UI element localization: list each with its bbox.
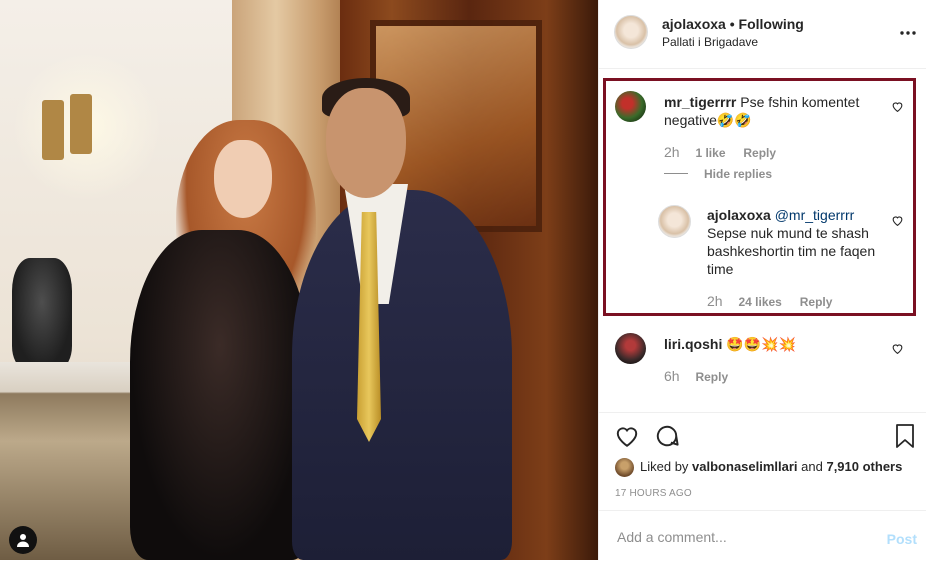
replies-divider [664, 173, 688, 174]
post-button[interactable]: Post [887, 531, 917, 547]
follow-status-button[interactable]: Following [739, 16, 804, 32]
hide-replies-button[interactable]: Hide replies [704, 167, 772, 181]
post-sidebar: ajolaxoxa • Following Pallati i Brigadav… [598, 0, 926, 560]
comment-meta: 6h Reply [664, 368, 728, 384]
photo-person-woman [130, 230, 310, 560]
likes-middle: and [797, 458, 827, 474]
comment-reply-button[interactable]: Reply [743, 146, 776, 160]
photo-person-woman-face [214, 140, 272, 218]
comment-like-heart-icon[interactable] [891, 100, 903, 113]
reply-meta: 2h 24 likes Reply [707, 293, 832, 309]
reply-reply-button[interactable]: Reply [800, 295, 833, 309]
likes-user-link[interactable]: valbonaselimllari [692, 459, 798, 474]
comment-reply-button[interactable]: Reply [695, 370, 728, 384]
reply-time: 2h [707, 293, 723, 309]
comment-username[interactable]: mr_tigerrrr [664, 94, 736, 110]
avatar[interactable] [615, 91, 646, 122]
header-title-row: ajolaxoxa • Following [662, 16, 804, 32]
avatar[interactable] [615, 458, 634, 477]
comment-username[interactable]: liri.qoshi [664, 336, 722, 352]
reply-body: ajolaxoxa @mr_tigerrrr Sepse nuk mund te… [707, 206, 879, 278]
comment-body: mr_tigerrrr Pse fshin komentet negative🤣… [664, 93, 869, 129]
comment-time: 2h [664, 144, 680, 160]
reply-likes[interactable]: 24 likes [738, 295, 781, 309]
photo-person-man [292, 190, 512, 560]
comment-meta: 2h 1 like Reply [664, 144, 776, 160]
photo-vase [12, 258, 72, 368]
post-photo[interactable] [0, 0, 598, 560]
likes-others-link[interactable]: 7,910 others [826, 459, 902, 474]
post-header: ajolaxoxa • Following Pallati i Brigadav… [599, 0, 926, 69]
comment-likes[interactable]: 1 like [695, 146, 725, 160]
reply-username[interactable]: ajolaxoxa [707, 207, 771, 223]
avatar[interactable] [615, 333, 646, 364]
bookmark-icon[interactable] [893, 423, 917, 449]
add-comment-section: Post [599, 510, 926, 561]
header-separator: • [725, 16, 739, 32]
likes-prefix: Liked by [640, 458, 693, 474]
header-username[interactable]: ajolaxoxa [662, 16, 726, 32]
avatar[interactable] [658, 205, 691, 238]
comment-time: 6h [664, 368, 680, 384]
comment-icon[interactable] [654, 423, 680, 449]
comment-input[interactable] [615, 528, 859, 546]
header-location[interactable]: Pallati i Brigadave [662, 35, 758, 49]
heart-icon[interactable] [614, 423, 640, 449]
comment-body: liri.qoshi 🤩🤩💥💥 [664, 335, 874, 353]
likes-summary: Liked by valbonaselimllari and 7,910 oth… [615, 458, 902, 477]
comment-like-heart-icon[interactable] [891, 342, 903, 355]
more-horizontal-icon[interactable] [899, 24, 917, 42]
post-timestamp[interactable]: 17 HOURS AGO [615, 488, 692, 499]
photo-person-man-face [326, 88, 406, 198]
reply-text: Sepse nuk mund te shash bashkeshortin ti… [707, 225, 876, 277]
reply-mention-link[interactable]: @mr_tigerrrr [775, 207, 855, 223]
comment-text: 🤩🤩💥💥 [726, 336, 796, 352]
post-actions [599, 412, 926, 461]
tagged-user-icon[interactable] [9, 526, 37, 554]
reply-like-heart-icon[interactable] [891, 214, 903, 227]
photo-wall-lamp [12, 52, 162, 202]
avatar[interactable] [614, 15, 648, 49]
